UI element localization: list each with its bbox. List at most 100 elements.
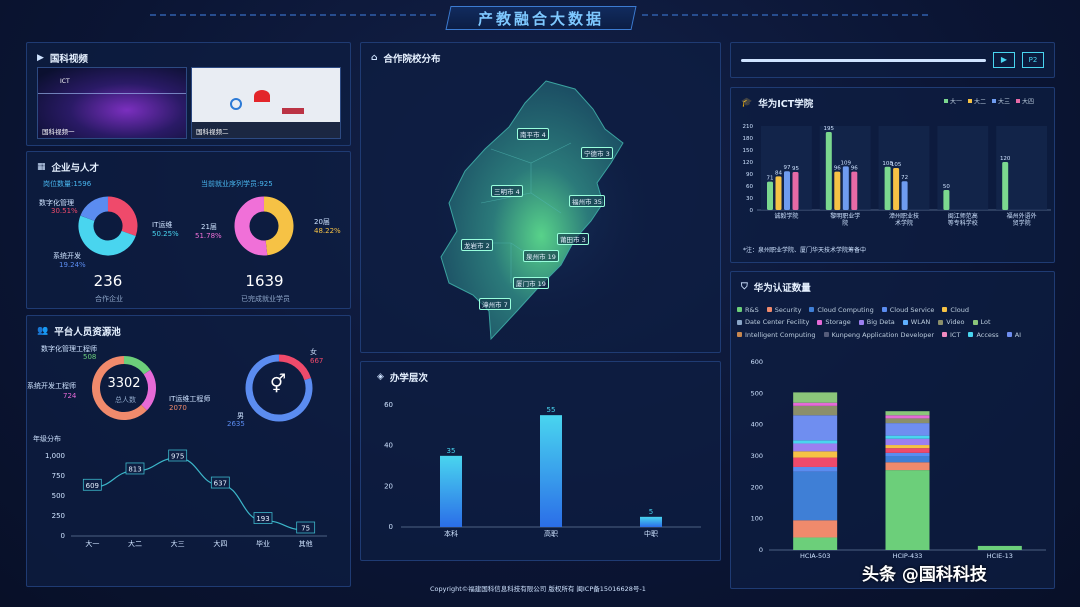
bar[interactable] bbox=[540, 415, 562, 527]
stack-segment[interactable] bbox=[793, 440, 838, 444]
partner-logo-icon bbox=[282, 108, 304, 114]
stack-segment[interactable] bbox=[885, 423, 930, 436]
y-tick-label: 200 bbox=[751, 483, 763, 491]
talent-donut-segment bbox=[123, 356, 151, 375]
bar[interactable] bbox=[901, 181, 908, 210]
video-title-1: 国科视频一 bbox=[42, 128, 75, 136]
city-label[interactable]: 漳州市 7 bbox=[479, 298, 511, 310]
bar[interactable] bbox=[884, 166, 891, 210]
stack-segment[interactable] bbox=[793, 443, 838, 452]
bar[interactable] bbox=[440, 455, 462, 527]
legend-grad-21-pct: 51.78% bbox=[195, 232, 222, 240]
city-label[interactable]: 泉州市 19 bbox=[523, 250, 559, 262]
city-label[interactable]: 三明市 4 bbox=[491, 185, 523, 197]
header-deco-right bbox=[642, 14, 932, 16]
city-label[interactable]: 福州市 35 bbox=[569, 195, 605, 207]
stack-segment[interactable] bbox=[977, 545, 1022, 550]
bar-value-label: 5 bbox=[649, 508, 653, 516]
legend-swatch bbox=[1016, 99, 1020, 103]
map-panel: ⌂ 合作院校分布 南平市 4 宁德市 3 三明市 4 福州市 35 莆田市 3 龙岩市 2泉… bbox=[360, 42, 721, 353]
play-button[interactable]: ▶ bbox=[993, 52, 1015, 68]
legend-sys-dev-pct: 19.24% bbox=[59, 261, 86, 269]
stack-segment[interactable] bbox=[793, 457, 838, 467]
stack-segment[interactable] bbox=[885, 462, 930, 471]
stack-segment[interactable] bbox=[793, 471, 838, 521]
bar[interactable] bbox=[834, 171, 841, 210]
grade-line-chart: 0 250 500 750 1,000 609 大一 813 大二 975 大三 637 大四 193 毕业… bbox=[45, 449, 327, 548]
employment-donut-segment bbox=[234, 196, 268, 256]
video-icon: ▶ bbox=[37, 53, 44, 63]
video-panel: ▶ 国科视频 ICT 国科视频一 国科视频二 bbox=[26, 42, 351, 146]
progress-track[interactable] bbox=[741, 59, 986, 62]
grade-title: 年级分布 bbox=[33, 435, 61, 443]
stack-segment[interactable] bbox=[793, 466, 838, 472]
bar[interactable] bbox=[792, 172, 799, 210]
stack-segment[interactable] bbox=[885, 445, 930, 449]
stack-segment[interactable] bbox=[885, 418, 930, 424]
stack-segment[interactable] bbox=[885, 438, 930, 446]
legend-grad-20-pct: 48.22% bbox=[314, 227, 341, 235]
header-deco-left bbox=[150, 14, 440, 16]
page-button[interactable]: P2 bbox=[1022, 52, 1044, 68]
bar-value-label: 84 bbox=[775, 170, 782, 176]
label-dev-engineer: 系统开发工程师 bbox=[27, 382, 76, 390]
city-label[interactable]: 南平市 4 bbox=[517, 128, 549, 140]
video-caption-ict: ICT bbox=[60, 78, 70, 85]
y-tick-label: 750 bbox=[52, 472, 65, 480]
stack-segment[interactable] bbox=[793, 415, 838, 441]
bar[interactable] bbox=[893, 168, 900, 210]
stack-segment[interactable] bbox=[885, 411, 930, 416]
bar-value-label: 55 bbox=[547, 406, 556, 414]
y-tick-label: 120 bbox=[743, 160, 754, 166]
legend-sys-dev: 系统开发 bbox=[53, 252, 81, 260]
stack-segment[interactable] bbox=[885, 435, 930, 439]
y-tick-label: 500 bbox=[52, 492, 65, 500]
bar[interactable] bbox=[784, 171, 790, 210]
stack-segment[interactable] bbox=[885, 415, 930, 419]
y-tick-label: 0 bbox=[759, 546, 763, 554]
ict-note: *注：泉州职业学院、厦门华天技术学院筹备中 bbox=[743, 247, 867, 254]
bar-value-label: 96 bbox=[834, 166, 841, 172]
city-label[interactable]: 龙岩市 2 bbox=[461, 239, 493, 251]
bar-value-label: 105 bbox=[891, 162, 902, 168]
watermark: 头条 @国科科技 bbox=[862, 565, 987, 585]
bar[interactable] bbox=[825, 132, 832, 210]
video-thumb-1[interactable]: ICT 国科视频一 bbox=[37, 67, 187, 139]
stack-segment[interactable] bbox=[885, 452, 930, 456]
bar-value-label: 120 bbox=[1000, 156, 1011, 162]
x-tick-label: 术学院 bbox=[895, 219, 913, 227]
employment-donut-segment bbox=[263, 196, 294, 256]
label-ops-engineer: IT运维工程师 bbox=[169, 395, 211, 403]
data-label: 609 bbox=[86, 482, 99, 490]
donut-enterprise bbox=[78, 196, 138, 256]
bar[interactable] bbox=[851, 171, 858, 210]
stack-segment[interactable] bbox=[885, 448, 930, 453]
city-label[interactable]: 宁德市 3 bbox=[581, 147, 613, 159]
stack-segment[interactable] bbox=[793, 520, 838, 538]
video-thumb-2[interactable]: 国科视频二 bbox=[191, 67, 341, 139]
city-label[interactable]: 莆田市 3 bbox=[557, 233, 589, 245]
video-glow-line bbox=[38, 93, 186, 94]
x-tick-label: 院 bbox=[842, 219, 848, 227]
stack-segment[interactable] bbox=[793, 405, 838, 416]
stack-segment[interactable] bbox=[793, 537, 838, 550]
stack-segment[interactable] bbox=[793, 402, 838, 406]
bar[interactable] bbox=[842, 166, 849, 210]
bar-value-label: 50 bbox=[943, 184, 950, 190]
bar[interactable] bbox=[943, 190, 950, 210]
city-label[interactable]: 厦门市 19 bbox=[513, 277, 549, 289]
y-tick-label: 300 bbox=[751, 452, 763, 460]
bar-value-label: 95 bbox=[792, 166, 799, 172]
legend-digital-mgmt-pct: 30.51% bbox=[51, 207, 78, 215]
stack-segment[interactable] bbox=[793, 451, 838, 458]
x-tick-label: 等专科学校 bbox=[948, 219, 978, 227]
bar[interactable] bbox=[775, 176, 782, 210]
bar[interactable] bbox=[640, 516, 662, 527]
bar[interactable] bbox=[1002, 162, 1009, 210]
school-bar-chart: 0 20 40 60 35 本科 55 高职 5 中职 bbox=[384, 401, 701, 538]
stack-segment[interactable] bbox=[885, 456, 930, 463]
stack-segment[interactable] bbox=[793, 392, 838, 403]
stack-segment[interactable] bbox=[885, 470, 930, 550]
enterprise-panel: ▦ 企业与人才 岗位数量:1596 当前就业序列学员:925 数字化管理 30.5… bbox=[26, 151, 351, 309]
bar[interactable] bbox=[767, 181, 773, 210]
